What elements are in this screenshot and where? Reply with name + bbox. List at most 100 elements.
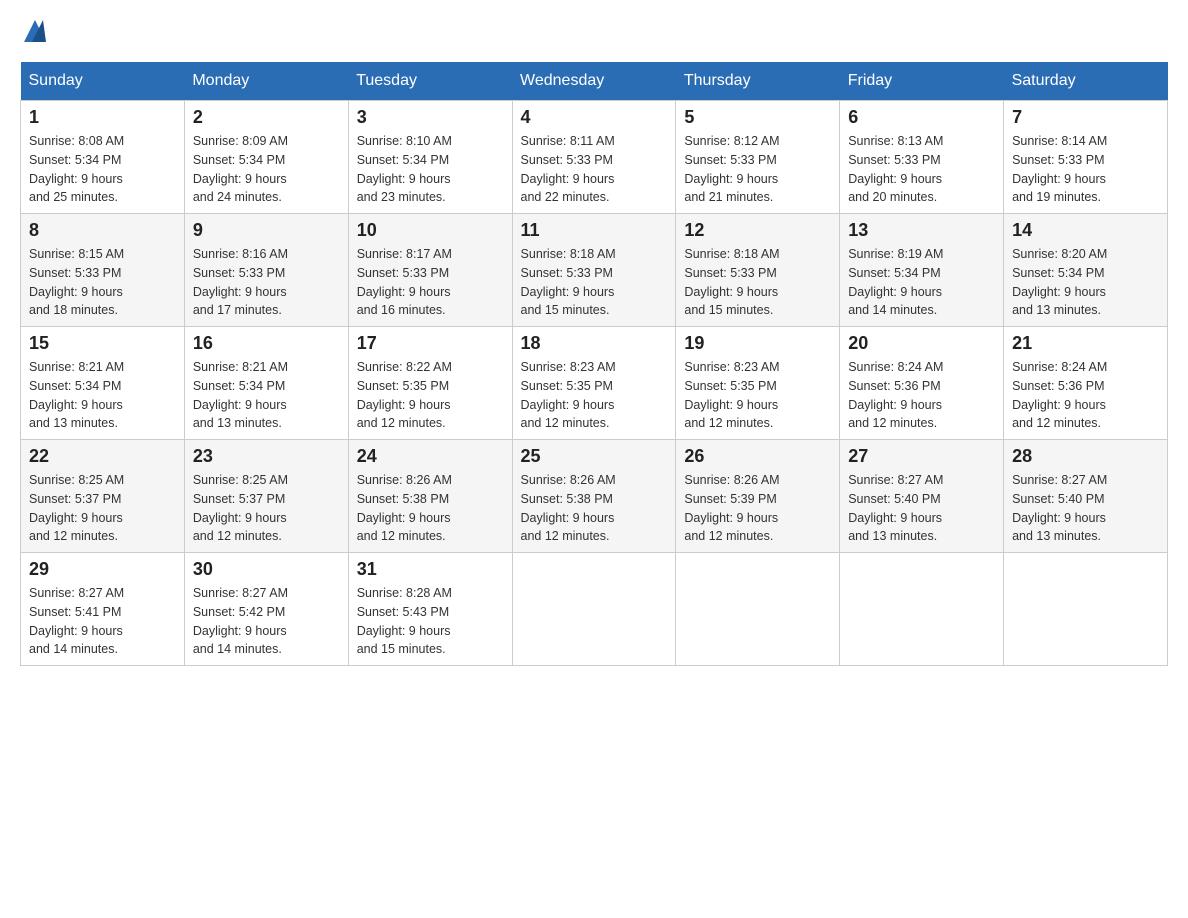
day-info: Sunrise: 8:19 AMSunset: 5:34 PMDaylight:… <box>848 247 943 317</box>
day-number: 27 <box>848 446 995 467</box>
calendar-cell: 24 Sunrise: 8:26 AMSunset: 5:38 PMDaylig… <box>348 440 512 553</box>
day-info: Sunrise: 8:26 AMSunset: 5:38 PMDaylight:… <box>521 473 616 543</box>
weekday-header-sunday: Sunday <box>21 62 185 101</box>
day-info: Sunrise: 8:25 AMSunset: 5:37 PMDaylight:… <box>29 473 124 543</box>
day-number: 28 <box>1012 446 1159 467</box>
day-info: Sunrise: 8:20 AMSunset: 5:34 PMDaylight:… <box>1012 247 1107 317</box>
calendar-cell <box>512 553 676 666</box>
day-number: 7 <box>1012 107 1159 128</box>
day-info: Sunrise: 8:09 AMSunset: 5:34 PMDaylight:… <box>193 134 288 204</box>
calendar-week-row: 8 Sunrise: 8:15 AMSunset: 5:33 PMDayligh… <box>21 214 1168 327</box>
day-number: 11 <box>521 220 668 241</box>
calendar-cell: 4 Sunrise: 8:11 AMSunset: 5:33 PMDayligh… <box>512 101 676 214</box>
calendar-cell: 20 Sunrise: 8:24 AMSunset: 5:36 PMDaylig… <box>840 327 1004 440</box>
day-info: Sunrise: 8:27 AMSunset: 5:41 PMDaylight:… <box>29 586 124 656</box>
day-number: 12 <box>684 220 831 241</box>
day-number: 2 <box>193 107 340 128</box>
day-number: 26 <box>684 446 831 467</box>
calendar-cell <box>676 553 840 666</box>
day-number: 25 <box>521 446 668 467</box>
calendar-cell: 29 Sunrise: 8:27 AMSunset: 5:41 PMDaylig… <box>21 553 185 666</box>
day-info: Sunrise: 8:14 AMSunset: 5:33 PMDaylight:… <box>1012 134 1107 204</box>
calendar-cell: 5 Sunrise: 8:12 AMSunset: 5:33 PMDayligh… <box>676 101 840 214</box>
day-number: 29 <box>29 559 176 580</box>
day-info: Sunrise: 8:25 AMSunset: 5:37 PMDaylight:… <box>193 473 288 543</box>
calendar-cell: 22 Sunrise: 8:25 AMSunset: 5:37 PMDaylig… <box>21 440 185 553</box>
logo <box>20 20 46 42</box>
calendar-cell: 6 Sunrise: 8:13 AMSunset: 5:33 PMDayligh… <box>840 101 1004 214</box>
day-info: Sunrise: 8:27 AMSunset: 5:42 PMDaylight:… <box>193 586 288 656</box>
calendar-cell <box>1004 553 1168 666</box>
calendar-header: SundayMondayTuesdayWednesdayThursdayFrid… <box>21 62 1168 101</box>
day-number: 14 <box>1012 220 1159 241</box>
day-number: 8 <box>29 220 176 241</box>
calendar-cell: 8 Sunrise: 8:15 AMSunset: 5:33 PMDayligh… <box>21 214 185 327</box>
calendar-cell: 15 Sunrise: 8:21 AMSunset: 5:34 PMDaylig… <box>21 327 185 440</box>
calendar-cell: 1 Sunrise: 8:08 AMSunset: 5:34 PMDayligh… <box>21 101 185 214</box>
calendar-week-row: 29 Sunrise: 8:27 AMSunset: 5:41 PMDaylig… <box>21 553 1168 666</box>
day-info: Sunrise: 8:27 AMSunset: 5:40 PMDaylight:… <box>1012 473 1107 543</box>
calendar-cell <box>840 553 1004 666</box>
calendar-cell: 3 Sunrise: 8:10 AMSunset: 5:34 PMDayligh… <box>348 101 512 214</box>
weekday-header-friday: Friday <box>840 62 1004 101</box>
calendar-cell: 18 Sunrise: 8:23 AMSunset: 5:35 PMDaylig… <box>512 327 676 440</box>
day-number: 22 <box>29 446 176 467</box>
day-number: 24 <box>357 446 504 467</box>
calendar-week-row: 1 Sunrise: 8:08 AMSunset: 5:34 PMDayligh… <box>21 101 1168 214</box>
day-number: 4 <box>521 107 668 128</box>
calendar-cell: 9 Sunrise: 8:16 AMSunset: 5:33 PMDayligh… <box>184 214 348 327</box>
day-info: Sunrise: 8:23 AMSunset: 5:35 PMDaylight:… <box>521 360 616 430</box>
day-number: 19 <box>684 333 831 354</box>
day-info: Sunrise: 8:22 AMSunset: 5:35 PMDaylight:… <box>357 360 452 430</box>
day-number: 5 <box>684 107 831 128</box>
calendar-cell: 26 Sunrise: 8:26 AMSunset: 5:39 PMDaylig… <box>676 440 840 553</box>
calendar-cell: 11 Sunrise: 8:18 AMSunset: 5:33 PMDaylig… <box>512 214 676 327</box>
day-number: 17 <box>357 333 504 354</box>
calendar-cell: 31 Sunrise: 8:28 AMSunset: 5:43 PMDaylig… <box>348 553 512 666</box>
calendar-cell: 25 Sunrise: 8:26 AMSunset: 5:38 PMDaylig… <box>512 440 676 553</box>
day-number: 10 <box>357 220 504 241</box>
calendar-cell: 30 Sunrise: 8:27 AMSunset: 5:42 PMDaylig… <box>184 553 348 666</box>
calendar-table: SundayMondayTuesdayWednesdayThursdayFrid… <box>20 62 1168 666</box>
calendar-week-row: 15 Sunrise: 8:21 AMSunset: 5:34 PMDaylig… <box>21 327 1168 440</box>
page-header <box>20 20 1168 42</box>
day-number: 1 <box>29 107 176 128</box>
day-info: Sunrise: 8:12 AMSunset: 5:33 PMDaylight:… <box>684 134 779 204</box>
calendar-cell: 16 Sunrise: 8:21 AMSunset: 5:34 PMDaylig… <box>184 327 348 440</box>
calendar-week-row: 22 Sunrise: 8:25 AMSunset: 5:37 PMDaylig… <box>21 440 1168 553</box>
weekday-header-saturday: Saturday <box>1004 62 1168 101</box>
calendar-cell: 7 Sunrise: 8:14 AMSunset: 5:33 PMDayligh… <box>1004 101 1168 214</box>
day-info: Sunrise: 8:08 AMSunset: 5:34 PMDaylight:… <box>29 134 124 204</box>
day-number: 15 <box>29 333 176 354</box>
day-number: 31 <box>357 559 504 580</box>
calendar-cell: 19 Sunrise: 8:23 AMSunset: 5:35 PMDaylig… <box>676 327 840 440</box>
day-number: 13 <box>848 220 995 241</box>
day-number: 16 <box>193 333 340 354</box>
day-info: Sunrise: 8:26 AMSunset: 5:38 PMDaylight:… <box>357 473 452 543</box>
calendar-cell: 2 Sunrise: 8:09 AMSunset: 5:34 PMDayligh… <box>184 101 348 214</box>
calendar-cell: 28 Sunrise: 8:27 AMSunset: 5:40 PMDaylig… <box>1004 440 1168 553</box>
day-number: 21 <box>1012 333 1159 354</box>
day-info: Sunrise: 8:15 AMSunset: 5:33 PMDaylight:… <box>29 247 124 317</box>
day-info: Sunrise: 8:18 AMSunset: 5:33 PMDaylight:… <box>684 247 779 317</box>
day-info: Sunrise: 8:21 AMSunset: 5:34 PMDaylight:… <box>193 360 288 430</box>
day-info: Sunrise: 8:23 AMSunset: 5:35 PMDaylight:… <box>684 360 779 430</box>
calendar-cell: 10 Sunrise: 8:17 AMSunset: 5:33 PMDaylig… <box>348 214 512 327</box>
day-info: Sunrise: 8:24 AMSunset: 5:36 PMDaylight:… <box>1012 360 1107 430</box>
weekday-header-thursday: Thursday <box>676 62 840 101</box>
calendar-cell: 12 Sunrise: 8:18 AMSunset: 5:33 PMDaylig… <box>676 214 840 327</box>
weekday-header-tuesday: Tuesday <box>348 62 512 101</box>
day-info: Sunrise: 8:24 AMSunset: 5:36 PMDaylight:… <box>848 360 943 430</box>
weekday-header-monday: Monday <box>184 62 348 101</box>
day-info: Sunrise: 8:21 AMSunset: 5:34 PMDaylight:… <box>29 360 124 430</box>
calendar-cell: 14 Sunrise: 8:20 AMSunset: 5:34 PMDaylig… <box>1004 214 1168 327</box>
logo-triangle-icon <box>24 20 46 42</box>
calendar-cell: 13 Sunrise: 8:19 AMSunset: 5:34 PMDaylig… <box>840 214 1004 327</box>
day-number: 18 <box>521 333 668 354</box>
day-number: 9 <box>193 220 340 241</box>
day-info: Sunrise: 8:16 AMSunset: 5:33 PMDaylight:… <box>193 247 288 317</box>
day-number: 6 <box>848 107 995 128</box>
calendar-cell: 23 Sunrise: 8:25 AMSunset: 5:37 PMDaylig… <box>184 440 348 553</box>
day-info: Sunrise: 8:11 AMSunset: 5:33 PMDaylight:… <box>521 134 615 204</box>
calendar-cell: 21 Sunrise: 8:24 AMSunset: 5:36 PMDaylig… <box>1004 327 1168 440</box>
